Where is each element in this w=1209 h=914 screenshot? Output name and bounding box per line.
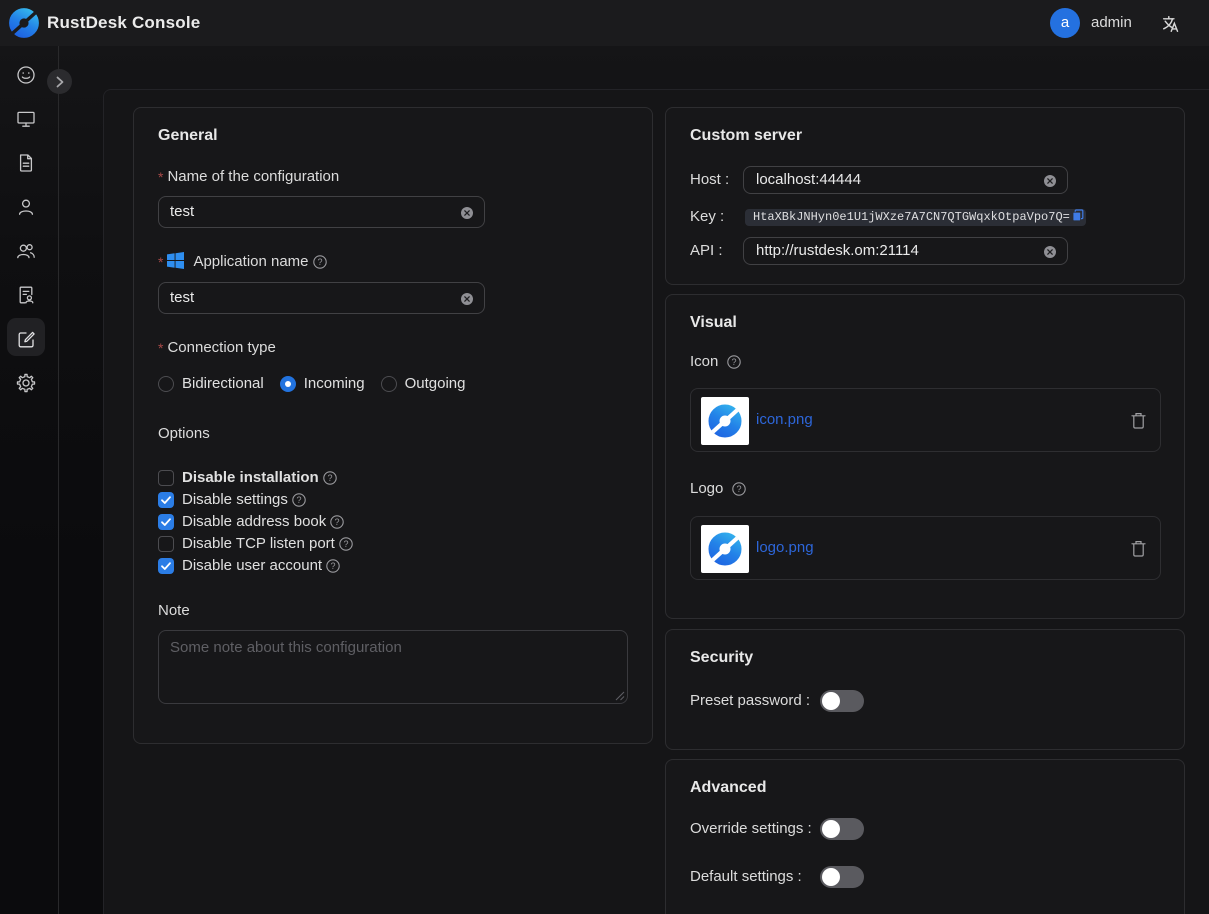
svg-text:?: ? — [335, 517, 340, 527]
svg-text:?: ? — [331, 561, 336, 571]
svg-text:?: ? — [731, 357, 736, 367]
svg-text:?: ? — [297, 495, 302, 505]
svg-text:?: ? — [327, 473, 332, 483]
svg-text:?: ? — [736, 484, 741, 494]
svg-text:?: ? — [344, 539, 349, 549]
svg-text:?: ? — [317, 257, 322, 267]
